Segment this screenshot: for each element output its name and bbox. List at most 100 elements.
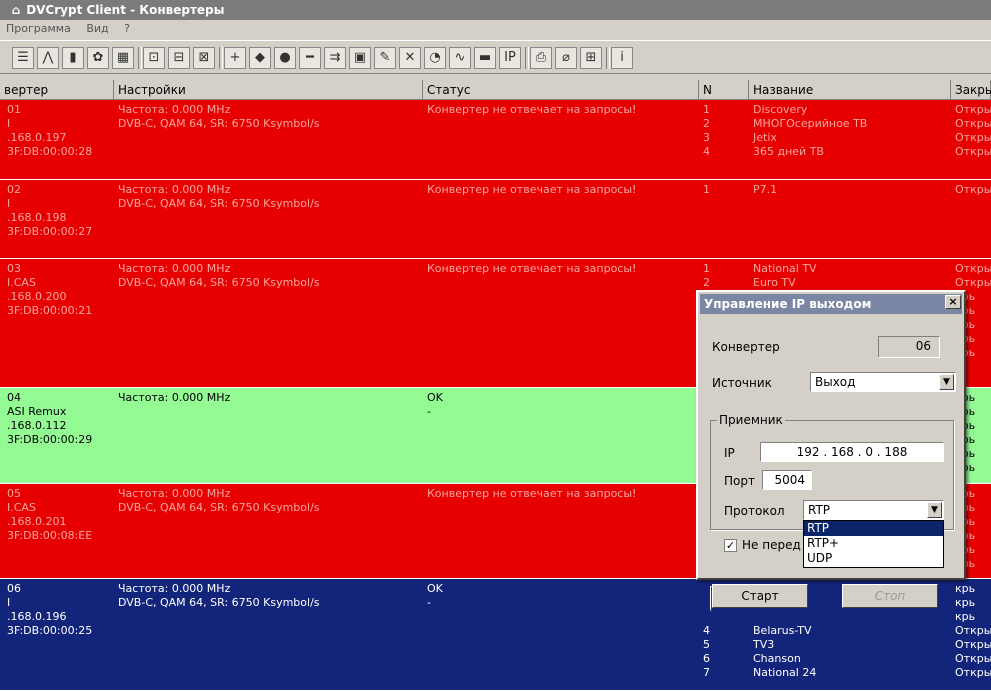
protocol-option[interactable]: RTP (804, 521, 943, 536)
converter-info-line: .168.0.196 (7, 610, 67, 623)
closed-status-line: Откры (955, 624, 991, 637)
settings-info-line: Частота: 0.000 MHz (118, 262, 231, 275)
receiver-group-title: Приемник (717, 413, 785, 427)
tree-icon[interactable]: ⋀ (37, 47, 59, 69)
channel-name-line: 365 дней ТВ (753, 145, 824, 158)
chevron-down-icon[interactable]: ▼ (927, 502, 942, 518)
column-header-closed[interactable]: Закры (951, 80, 991, 100)
converter-info: 01 I .168.0.197 3F:DB:00:00:28 (7, 103, 92, 159)
menu-view[interactable]: Вид (86, 22, 108, 35)
list-icon[interactable]: ☰ (12, 47, 34, 69)
info-icon[interactable]: i (611, 47, 633, 69)
checkbox-label: Не перед (742, 538, 801, 552)
status-info: Конвертер не отвечает на запросы! (427, 487, 636, 501)
channel-number-line: 2 (703, 117, 710, 130)
closed-status-line: Откры (955, 666, 991, 679)
converter-info-line: I (7, 197, 11, 210)
send-icon[interactable]: ⊠ (193, 47, 215, 69)
dialog-title: Управление IP выходом (700, 294, 962, 314)
closed-status-line: Откры (955, 276, 991, 289)
no-transmit-checkbox[interactable]: ✓ (724, 539, 737, 552)
route-icon[interactable]: ⇉ (324, 47, 346, 69)
ip-icon[interactable]: IP (499, 47, 521, 69)
stop-button[interactable]: Стоп (842, 584, 938, 608)
remove-icon[interactable]: ━ (299, 47, 321, 69)
source-select[interactable]: Выход ▼ (810, 372, 956, 392)
menu-program[interactable]: Программа (6, 22, 71, 35)
channel-name-line (753, 610, 816, 624)
channel-number-line: 2 (703, 276, 710, 289)
ip-label: IP (724, 446, 735, 460)
channel-number-line: 1 (703, 262, 710, 275)
closed-status: Откры Откры Откры Откры (955, 103, 991, 159)
export-icon[interactable]: ⊡ (143, 47, 165, 69)
column-header-status[interactable]: Статус (423, 80, 699, 100)
closed-status-line: Откры (955, 262, 991, 275)
users-icon[interactable]: ✿ (87, 47, 109, 69)
settings-info: Частота: 0.000 MHz DVB-C, QAM 64, SR: 675… (118, 582, 320, 610)
status-info-line: OK (427, 391, 443, 404)
column-header-name[interactable]: Название (749, 80, 951, 100)
paste-icon[interactable]: ⎙ (530, 47, 552, 69)
protocol-select[interactable]: RTP ▼ (803, 500, 944, 520)
column-header-n[interactable]: N (699, 80, 749, 100)
settings-info-line: DVB-C, QAM 64, SR: 6750 Ksymbol/s (118, 501, 320, 514)
protocol-options-list: RTP RTP+ UDP (803, 520, 944, 568)
status-info-line: Конвертер не отвечает на запросы! (427, 103, 637, 116)
chevron-down-icon[interactable]: ▼ (939, 374, 954, 390)
minus-circle-icon[interactable]: ● (274, 47, 296, 69)
import-icon[interactable]: ⊟ (168, 47, 190, 69)
channel-name-line: Jetix (753, 131, 777, 144)
settings-info-line: Частота: 0.000 MHz (118, 103, 231, 116)
channel-name: National TV Euro TV (753, 262, 817, 290)
settings-info-line: DVB-C, QAM 64, SR: 6750 Ksymbol/s (118, 596, 320, 609)
toolbar-separator (138, 47, 142, 69)
converter-info-line: 04 (7, 391, 21, 404)
edit-icon[interactable]: ✎ (374, 47, 396, 69)
channel-number-line: 3 (703, 131, 710, 144)
grid-icon[interactable]: ▦ (112, 47, 134, 69)
converter-row[interactable]: 01 I .168.0.197 3F:DB:00:00:28 Частота: 0.00… (0, 100, 991, 180)
protocol-option[interactable]: RTP+ (804, 536, 943, 551)
eraser-icon[interactable]: ⌀ (555, 47, 577, 69)
output-icon[interactable]: ⊞ (580, 47, 602, 69)
column-header-settings[interactable]: Настройки (114, 80, 423, 100)
ip-output-dialog: Управление IP выходом × Конвертер 06 Ист… (696, 290, 966, 611)
channel-number-line (703, 582, 710, 596)
converter-info-line: 01 (7, 103, 21, 116)
converter-info-line: .168.0.197 (7, 131, 67, 144)
converter-info-line: 3F:DB:00:00:28 (7, 145, 93, 158)
protocol-option[interactable]: UDP (804, 551, 943, 566)
channel-name: P7.1 (753, 183, 777, 197)
monitor-icon[interactable]: ▬ (474, 47, 496, 69)
port-label: Порт (724, 474, 755, 488)
settings-info-line: DVB-C, QAM 64, SR: 6750 Ksymbol/s (118, 117, 320, 130)
converter-row[interactable]: 02 I .168.0.198 3F:DB:00:00:27 Частота: 0.00… (0, 180, 991, 259)
toolbar-separator (606, 47, 610, 69)
menu-help[interactable]: ? (124, 22, 130, 35)
converter-info-line: ASI Remux (7, 405, 67, 418)
converter-info-line: I (7, 596, 11, 609)
channel-name-line: Euro TV (753, 276, 796, 289)
settings-info: Частота: 0.000 MHz DVB-C, QAM 64, SR: 675… (118, 183, 320, 211)
ip-address-field[interactable]: 192 . 168 . 0 . 188 (760, 442, 944, 462)
closed-status-line: Откры (955, 145, 991, 158)
color-icon[interactable]: ▮ (62, 47, 84, 69)
wave-icon[interactable]: ∿ (449, 47, 471, 69)
diamond-icon[interactable]: ◆ (249, 47, 271, 69)
column-header-converter[interactable]: вертер (0, 80, 114, 100)
converter-value: 06 (878, 336, 940, 358)
refresh-icon[interactable]: ◔ (424, 47, 446, 69)
status-info-line: Конвертер не отвечает на запросы! (427, 262, 637, 275)
calculator-icon[interactable]: ▣ (349, 47, 371, 69)
channel-number-line (703, 596, 710, 610)
settings-info-line: DVB-C, QAM 64, SR: 6750 Ksymbol/s (118, 197, 320, 210)
start-button[interactable]: Старт (712, 584, 808, 608)
converter-info: 04 ASI Remux .168.0.112 3F:DB:00:00:29 (7, 391, 92, 447)
converter-info-line: 3F:DB:00:00:25 (7, 624, 93, 637)
tools-icon[interactable]: ✕ (399, 47, 421, 69)
close-icon[interactable]: × (945, 295, 961, 309)
closed-status: Откры (955, 183, 991, 197)
port-field[interactable]: 5004 (762, 470, 812, 490)
add-icon[interactable]: + (224, 47, 246, 69)
